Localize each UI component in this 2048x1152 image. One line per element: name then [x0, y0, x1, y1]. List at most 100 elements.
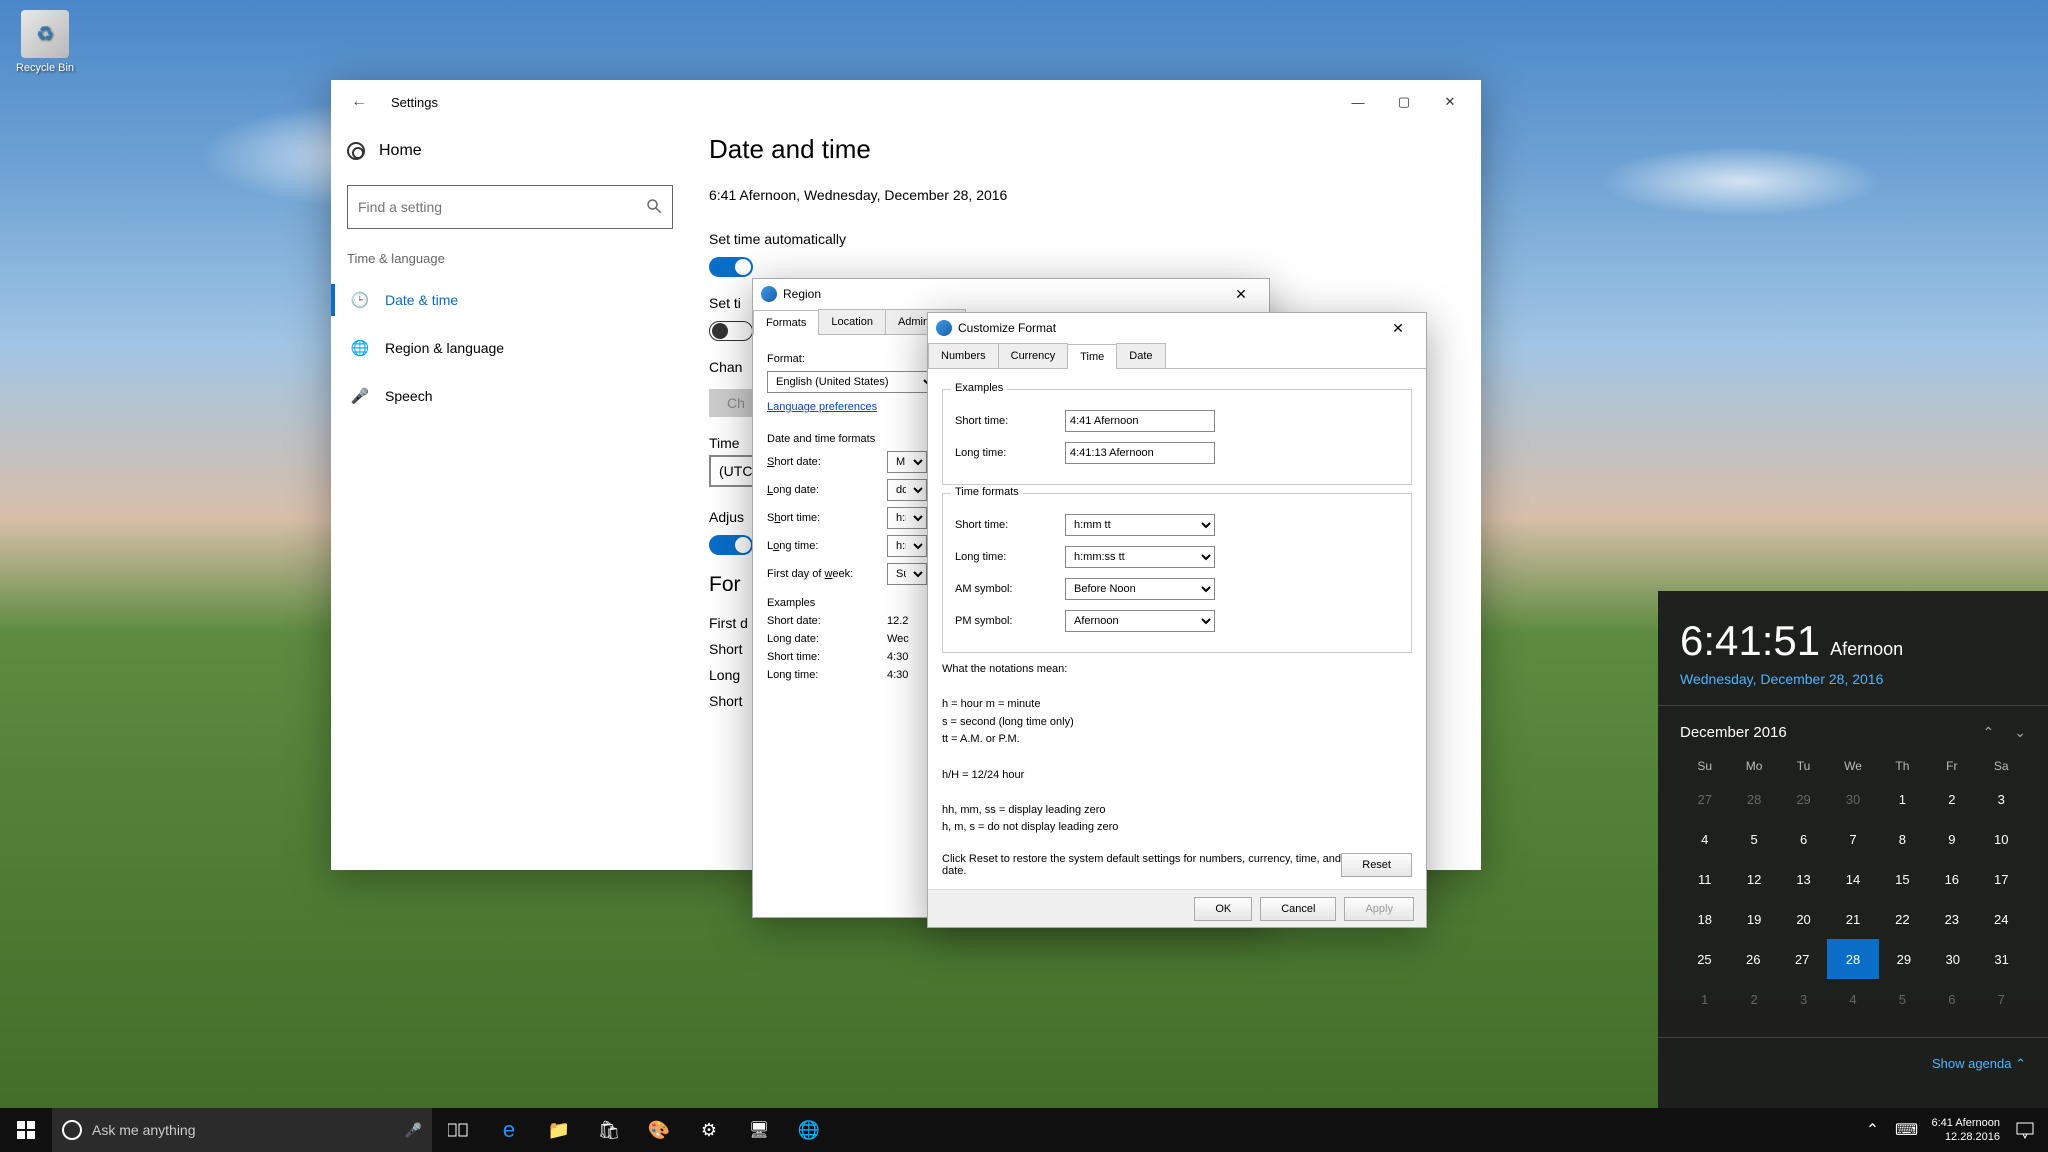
calendar-day[interactable]: 14	[1828, 859, 1877, 899]
tray-overflow[interactable]: ⌃	[1855, 1108, 1889, 1152]
calendar-day[interactable]: 16	[1927, 859, 1976, 899]
back-button[interactable]: ←	[339, 93, 379, 111]
file-explorer-button[interactable]: 📁	[534, 1108, 584, 1152]
calendar-day[interactable]: 21	[1828, 899, 1877, 939]
tab-date[interactable]: Date	[1116, 343, 1165, 368]
calendar-day[interactable]: 1	[1878, 779, 1927, 819]
short-date-select[interactable]: M.	[887, 451, 927, 473]
calendar-day[interactable]: 27	[1680, 779, 1729, 819]
calendar-day[interactable]: 5	[1878, 979, 1927, 1019]
first-day-select[interactable]: Sur	[887, 563, 927, 585]
microphone-icon[interactable]: 🎤	[405, 1122, 422, 1139]
calendar-day[interactable]: 19	[1729, 899, 1778, 939]
nav-region-language[interactable]: 🌐 Region & language	[347, 324, 673, 372]
close-button[interactable]: ✕	[1427, 80, 1473, 124]
custom-titlebar[interactable]: Customize Format ✕	[928, 313, 1426, 343]
calendar-day[interactable]: 23	[1927, 899, 1976, 939]
calendar-day[interactable]: 7	[1977, 979, 2026, 1019]
calendar-day[interactable]: 5	[1729, 819, 1778, 859]
store-button[interactable]: 🛍	[584, 1108, 634, 1152]
calendar-day[interactable]: 4	[1680, 819, 1729, 859]
calendar-day[interactable]: 18	[1680, 899, 1729, 939]
calendar-day[interactable]: 3	[1977, 779, 2026, 819]
calendar-day[interactable]: 29	[1879, 939, 1928, 979]
nav-speech[interactable]: 🎤 Speech	[347, 372, 673, 420]
task-view-button[interactable]	[432, 1108, 484, 1152]
calendar-day[interactable]: 8	[1878, 819, 1927, 859]
action-center-button[interactable]	[2008, 1108, 2042, 1152]
apply-button[interactable]: Apply	[1344, 897, 1414, 921]
calendar-day[interactable]: 30	[1828, 779, 1877, 819]
calendar-day[interactable]: 7	[1828, 819, 1877, 859]
calendar-day[interactable]: 28	[1729, 779, 1778, 819]
auto-time-toggle[interactable]	[709, 257, 753, 277]
region-titlebar[interactable]: Region ✕	[753, 279, 1269, 309]
ok-button[interactable]: OK	[1194, 897, 1252, 921]
tab-numbers[interactable]: Numbers	[928, 343, 999, 368]
am-symbol[interactable]: Before Noon	[1065, 578, 1215, 600]
long-time-format[interactable]: h:mm:ss tt	[1065, 546, 1215, 568]
edge-button[interactable]: e	[484, 1108, 534, 1152]
app-button-2[interactable]: 🌐	[784, 1108, 834, 1152]
calendar-day[interactable]: 13	[1779, 859, 1828, 899]
calendar-day[interactable]: 6	[1927, 979, 1976, 1019]
calendar-day[interactable]: 6	[1779, 819, 1828, 859]
cortana-search[interactable]: Ask me anything 🎤	[52, 1108, 432, 1152]
calendar-day[interactable]: 10	[1977, 819, 2026, 859]
tray-keyboard[interactable]: ⌨	[1889, 1108, 1923, 1152]
app-button-1[interactable]: 🖥	[734, 1108, 784, 1152]
calendar-month[interactable]: December 2016	[1680, 724, 1787, 741]
recycle-bin[interactable]: Recycle Bin	[10, 10, 80, 74]
show-agenda-link[interactable]: Show agenda ⌃	[1680, 1056, 2026, 1072]
calendar-day[interactable]: 22	[1878, 899, 1927, 939]
minimize-button[interactable]: —	[1335, 80, 1381, 124]
dst-toggle[interactable]	[709, 535, 753, 555]
nav-date-time[interactable]: 🕒 Date & time	[347, 276, 673, 324]
tab-currency[interactable]: Currency	[998, 343, 1069, 368]
short-time-format[interactable]: h:mm tt	[1065, 514, 1215, 536]
auto-tz-toggle[interactable]	[709, 321, 753, 341]
custom-close-button[interactable]: ✕	[1378, 320, 1418, 337]
calendar-day[interactable]: 25	[1680, 939, 1729, 979]
pm-symbol[interactable]: Afernoon	[1065, 610, 1215, 632]
calendar-day[interactable]: 28	[1827, 939, 1880, 979]
calendar-next-button[interactable]: ⌄	[2014, 724, 2026, 741]
calendar-day[interactable]: 11	[1680, 859, 1729, 899]
calendar-day[interactable]: 3	[1779, 979, 1828, 1019]
short-time-select[interactable]: h:m	[887, 507, 927, 529]
start-button[interactable]	[0, 1108, 52, 1152]
tab-time[interactable]: Time	[1067, 344, 1117, 369]
calendar-day[interactable]: 12	[1729, 859, 1778, 899]
taskbar-clock[interactable]: 6:41 Afernoon 12.28.2016	[1923, 1116, 2008, 1145]
region-close-button[interactable]: ✕	[1221, 286, 1261, 303]
calendar-day[interactable]: 20	[1779, 899, 1828, 939]
long-date-select[interactable]: dd	[887, 479, 927, 501]
calendar-day[interactable]: 29	[1779, 779, 1828, 819]
paint-button[interactable]: 🎨	[634, 1108, 684, 1152]
settings-taskbar-button[interactable]: ⚙	[684, 1108, 734, 1152]
cancel-button[interactable]: Cancel	[1260, 897, 1336, 921]
calendar-day[interactable]: 27	[1778, 939, 1827, 979]
language-preferences-link[interactable]: Language preferences	[767, 401, 877, 413]
home-nav[interactable]: Home	[347, 132, 673, 171]
tab-formats[interactable]: Formats	[753, 310, 819, 335]
calendar-day[interactable]: 26	[1729, 939, 1778, 979]
tab-location[interactable]: Location	[818, 309, 886, 334]
calendar-day[interactable]: 2	[1729, 979, 1778, 1019]
calendar-day[interactable]: 9	[1927, 819, 1976, 859]
calendar-day[interactable]: 2	[1927, 779, 1976, 819]
format-select[interactable]: English (United States)	[767, 371, 937, 393]
settings-titlebar[interactable]: ← Settings — ▢ ✕	[331, 80, 1481, 124]
desktop[interactable]: Recycle Bin ← Settings — ▢ ✕ Home	[0, 0, 2048, 1152]
reset-button[interactable]: Reset	[1341, 853, 1412, 877]
search-input[interactable]	[347, 185, 673, 229]
settings-search[interactable]	[347, 185, 673, 229]
calendar-prev-button[interactable]: ⌃	[1983, 724, 1995, 741]
long-time-select[interactable]: h:m	[887, 535, 927, 557]
calendar-day[interactable]: 15	[1878, 859, 1927, 899]
calendar-day[interactable]: 30	[1928, 939, 1977, 979]
maximize-button[interactable]: ▢	[1381, 80, 1427, 124]
calendar-day[interactable]: 4	[1828, 979, 1877, 1019]
calendar-day[interactable]: 24	[1977, 899, 2026, 939]
flyout-date[interactable]: Wednesday, December 28, 2016	[1680, 671, 2026, 687]
